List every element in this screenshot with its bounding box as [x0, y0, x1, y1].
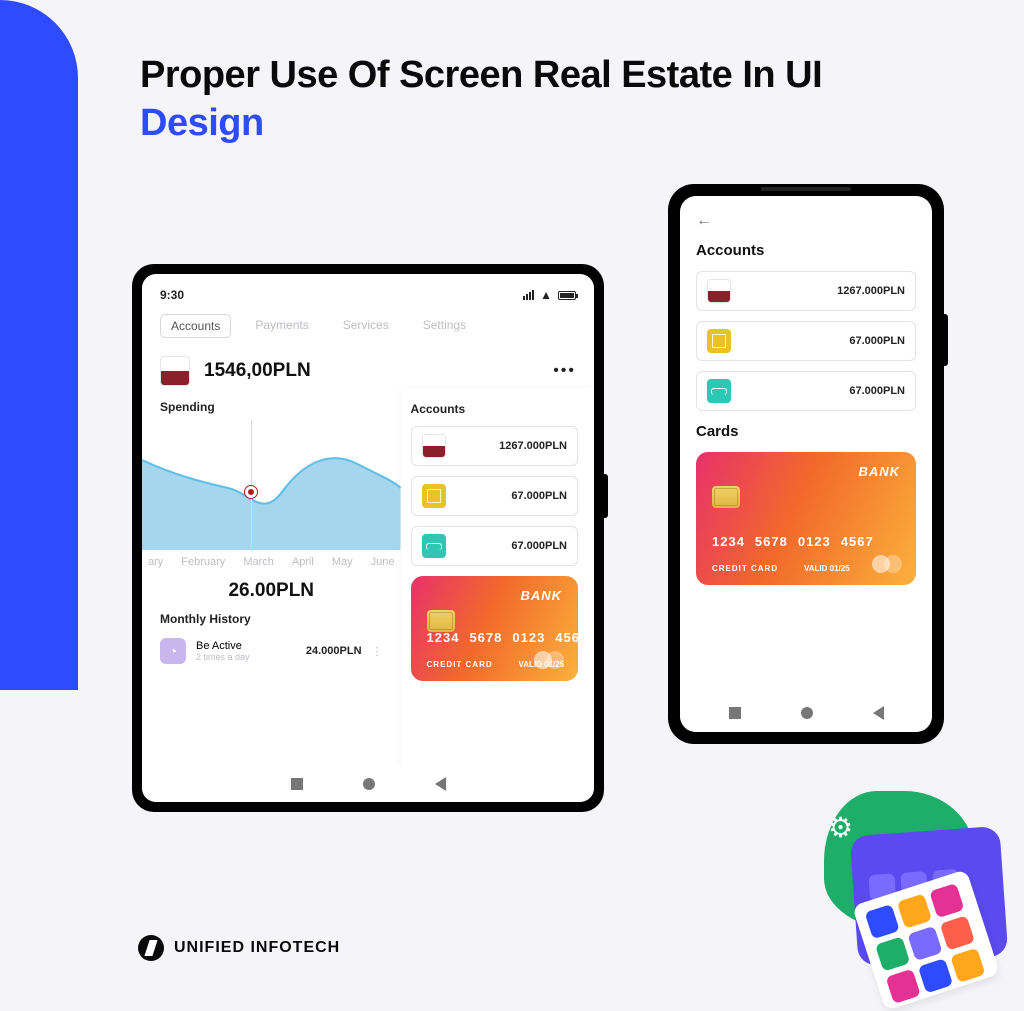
card-num-group: 0123 [512, 630, 545, 645]
card-number: 1234 5678 0123 4567 [712, 534, 900, 549]
flag-icon [422, 434, 446, 458]
tab-accounts[interactable]: Accounts [160, 314, 231, 338]
chip-icon [712, 486, 740, 508]
month-label: ary [148, 556, 163, 568]
nav-recent[interactable] [729, 707, 741, 719]
account-value: 67.000PLN [849, 335, 905, 347]
activity-icon: ◔ [160, 638, 186, 664]
wifi-icon: ▲ [540, 288, 552, 302]
card-type: CREDIT CARD [712, 564, 778, 573]
signal-icon [523, 290, 534, 300]
account-value: 67.000PLN [511, 540, 567, 552]
nav-home[interactable] [363, 778, 375, 790]
page-title: Proper Use Of Screen Real Estate In UI D… [140, 52, 822, 147]
months-axis: ary February March April May June [142, 550, 401, 570]
tab-payments[interactable]: Payments [245, 314, 318, 338]
mastercard-icon [872, 555, 902, 573]
history-item[interactable]: ◔ Be Active 2 times a day 24.000PLN ⋮ [160, 632, 383, 670]
nav-home[interactable] [801, 707, 813, 719]
card-bank: BANK [520, 588, 562, 603]
month-label: April [292, 556, 314, 568]
month-label: June [371, 556, 395, 568]
account-row[interactable]: 67.000PLN [696, 371, 916, 411]
android-nav [142, 766, 594, 802]
month-label: May [332, 556, 353, 568]
flag-icon [160, 356, 190, 386]
month-label: February [181, 556, 225, 568]
highlight-amount: 26.00PLN [142, 570, 401, 608]
month-label: March [243, 556, 274, 568]
account-value: 67.000PLN [849, 385, 905, 397]
status-bar: 9:30 ▲ [142, 274, 594, 310]
book-icon [707, 329, 731, 353]
history-label: Monthly History [160, 608, 383, 632]
battery-icon [558, 291, 576, 300]
card-num-group: 5678 [469, 630, 502, 645]
card-num-group: 5678 [755, 534, 788, 549]
card-num-group: 4567 [555, 630, 588, 645]
gear-icon: ⚙ [856, 839, 874, 864]
account-row[interactable]: 1267.000PLN [696, 271, 916, 311]
main-balance-row: 1546,00PLN ••• [142, 348, 594, 388]
account-row[interactable]: 67.000PLN [411, 476, 578, 516]
chart-point [245, 486, 257, 498]
tab-services[interactable]: Services [333, 314, 399, 338]
flag-icon [707, 279, 731, 303]
brand-logo-icon [138, 935, 164, 961]
credit-card[interactable]: BANK 1234 5678 0123 4567 CREDIT CARD VAL… [411, 576, 578, 681]
accounts-label: Accounts [411, 402, 578, 426]
gear-icon: ⚙ [828, 811, 853, 844]
android-nav [680, 694, 932, 732]
spending-chart[interactable] [142, 420, 401, 550]
accounts-panel: Accounts 1267.000PLN 67.000PLN 67.000PLN… [401, 388, 594, 796]
account-value: 1267.000PLN [499, 440, 567, 452]
card-num-group: 1234 [427, 630, 460, 645]
card-valid: VALID 01/25 [804, 564, 850, 573]
credit-card[interactable]: BANK 1234 5678 0123 4567 CREDIT CARD VAL… [696, 452, 916, 585]
more-menu[interactable]: ••• [553, 362, 576, 380]
history-more[interactable]: ⋮ [372, 645, 383, 658]
account-row[interactable]: 67.000PLN [696, 321, 916, 361]
glasses-icon [707, 379, 731, 403]
cards-label: Cards [696, 423, 916, 440]
brand-text: UNIFIED INFOTECH [174, 939, 340, 957]
card-bank: BANK [858, 464, 900, 479]
corner-decoration: ⚙ ⚙ [764, 791, 1024, 1001]
nav-recent[interactable] [291, 778, 303, 790]
card-num-group: 0123 [798, 534, 831, 549]
history-sub: 2 times a day [196, 652, 250, 662]
history-title: Be Active [196, 640, 250, 652]
brand: UNIFIED INFOTECH [138, 935, 340, 961]
card-type: CREDIT CARD [427, 660, 493, 669]
card-num-group: 1234 [712, 534, 745, 549]
tab-settings[interactable]: Settings [413, 314, 476, 338]
card-num-group: 4567 [841, 534, 874, 549]
title-line-2: Design [140, 102, 264, 144]
tablet-screen: 9:30 ▲ Accounts Payments Services Settin… [142, 274, 594, 802]
account-value: 67.000PLN [511, 490, 567, 502]
book-icon [422, 484, 446, 508]
account-row[interactable]: 1267.000PLN [411, 426, 578, 466]
card-number: 1234 5678 0123 4567 [427, 630, 562, 645]
accounts-label: Accounts [696, 242, 916, 259]
phone-device: ← Accounts 1267.000PLN 67.000PLN 67.000P… [668, 184, 944, 744]
tablet-device: 9:30 ▲ Accounts Payments Services Settin… [132, 264, 604, 812]
account-row[interactable]: 67.000PLN [411, 526, 578, 566]
phone-screen: ← Accounts 1267.000PLN 67.000PLN 67.000P… [680, 196, 932, 732]
history-amount: 24.000PLN [306, 645, 362, 657]
page-accent [0, 0, 78, 690]
glasses-icon [422, 534, 446, 558]
spending-column: Spending ary February March April May Ju… [142, 388, 401, 796]
status-time: 9:30 [160, 288, 184, 302]
status-icons: ▲ [523, 288, 576, 302]
main-balance: 1546,00PLN [204, 360, 311, 382]
mastercard-icon [534, 651, 564, 669]
title-line-1: Proper Use Of Screen Real Estate In UI [140, 54, 822, 96]
spending-label: Spending [142, 396, 401, 420]
nav-back[interactable] [435, 777, 446, 791]
tabs: Accounts Payments Services Settings [142, 310, 594, 348]
back-button[interactable]: ← [696, 212, 916, 230]
account-value: 1267.000PLN [837, 285, 905, 297]
nav-back[interactable] [873, 706, 884, 720]
